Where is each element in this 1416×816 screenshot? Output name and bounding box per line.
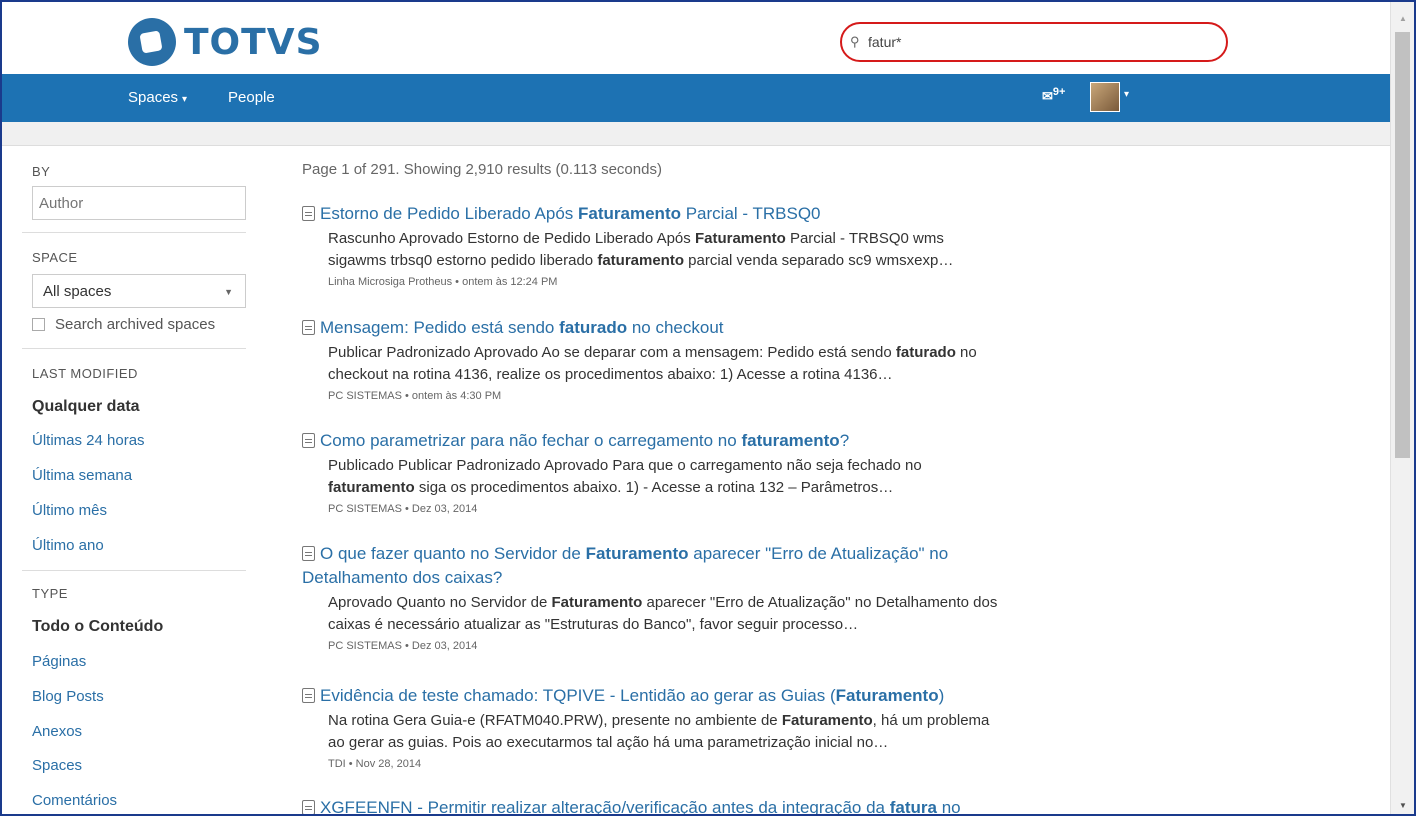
divider [22, 348, 246, 349]
result-excerpt: Publicar Padronizado Aprovado Ao se depa… [328, 344, 977, 383]
avatar[interactable] [1090, 82, 1120, 112]
filter-all-content[interactable]: Todo o Conteúdo [32, 618, 163, 636]
filter-last-month[interactable]: Último mês [32, 502, 107, 519]
result-title[interactable]: Como parametrizar para não fechar o carr… [302, 429, 1062, 453]
results-summary: Page 1 of 291. Showing 2,910 results (0.… [302, 161, 662, 178]
search-highlight: ⚲ [840, 22, 1228, 62]
result-title[interactable]: O que fazer quanto no Servidor de Fatura… [302, 542, 1042, 590]
search-box[interactable]: ⚲ [850, 30, 1150, 54]
browser-frame: TOTVS ⚲ Spaces▾ People ✉9+ ▾ BY SPACE Al… [0, 0, 1416, 816]
result-meta: PC SISTEMAS • ontem às 4:30 PM [328, 390, 502, 402]
scroll-down-arrow-icon[interactable]: ▼ [1399, 801, 1407, 810]
by-heading: BY [32, 164, 51, 179]
search-input[interactable] [868, 34, 1128, 50]
result-item: Estorno de Pedido Liberado Após Faturame… [302, 202, 1062, 288]
result-item: XGFEENFN - Permitir realizar alteração/v… [302, 796, 1062, 814]
nav-people[interactable]: People [228, 89, 275, 106]
notification-badge: 9+ [1052, 86, 1066, 98]
scroll-thumb[interactable] [1395, 32, 1410, 458]
totvs-logo[interactable]: TOTVS [128, 18, 323, 66]
nav-spaces[interactable]: Spaces ▾ [128, 89, 187, 106]
space-select-value: All spaces [43, 283, 112, 300]
logo-text: TOTVS [184, 21, 323, 63]
page-icon [302, 320, 315, 335]
search-icon: ⚲ [850, 34, 860, 49]
filter-spaces[interactable]: Spaces [32, 757, 82, 774]
chevron-down-icon[interactable]: ▾ [1124, 89, 1129, 100]
result-title[interactable]: Mensagem: Pedido está sendo faturado no … [302, 316, 1062, 340]
logo-icon [128, 18, 176, 66]
filter-comments[interactable]: Comentários [32, 792, 117, 809]
divider [22, 232, 246, 233]
result-item: Mensagem: Pedido está sendo faturado no … [302, 316, 1062, 402]
author-input[interactable] [32, 186, 246, 220]
filter-attachments[interactable]: Anexos [32, 723, 82, 740]
result-item: Evidência de teste chamado: TQPIVE - Len… [302, 684, 1062, 770]
result-title[interactable]: Evidência de teste chamado: TQPIVE - Len… [302, 684, 1062, 708]
page-icon [302, 546, 315, 561]
notifications-button[interactable]: ✉9+ [1042, 86, 1065, 104]
filter-last-24h[interactable]: Últimas 24 horas [32, 432, 145, 449]
header: TOTVS ⚲ [2, 2, 1390, 74]
scroll-up-arrow-icon[interactable]: ▲ [1399, 14, 1407, 23]
nav-spaces-label: Spaces [128, 89, 179, 106]
filter-any-date[interactable]: Qualquer data [32, 398, 140, 416]
archived-spaces-option[interactable]: Search archived spaces [32, 316, 215, 333]
archived-label: Search archived spaces [55, 316, 216, 333]
divider [22, 570, 246, 571]
result-meta: TDI • Nov 28, 2014 [328, 758, 422, 770]
page-icon [302, 688, 315, 703]
filter-last-year[interactable]: Último ano [32, 537, 104, 554]
result-meta: PC SISTEMAS • Dez 03, 2014 [328, 640, 478, 652]
result-meta: PC SISTEMAS • Dez 03, 2014 [328, 503, 478, 515]
page-icon [302, 800, 315, 814]
space-select[interactable]: All spaces ▼ [32, 274, 246, 308]
result-excerpt: Aprovado Quanto no Servidor de Faturamen… [328, 594, 998, 633]
chevron-down-icon: ▼ [224, 287, 233, 297]
result-excerpt: Publicado Publicar Padronizado Aprovado … [328, 457, 922, 496]
result-item: Como parametrizar para não fechar o carr… [302, 429, 1062, 515]
result-title[interactable]: Estorno de Pedido Liberado Após Faturame… [302, 202, 1062, 226]
space-heading: SPACE [32, 250, 78, 265]
chevron-down-icon: ▾ [182, 94, 188, 105]
filter-last-week[interactable]: Última semana [32, 467, 132, 484]
result-title[interactable]: XGFEENFN - Permitir realizar alteração/v… [302, 796, 1062, 814]
vertical-scrollbar[interactable]: ▲ ▼ [1390, 2, 1414, 814]
notification-icon: ✉ [1042, 88, 1053, 104]
result-meta: Linha Microsiga Protheus • ontem às 12:2… [328, 276, 558, 288]
archived-checkbox[interactable] [32, 318, 45, 331]
filter-pages[interactable]: Páginas [32, 653, 86, 670]
result-item: O que fazer quanto no Servidor de Fatura… [302, 542, 1062, 652]
page-icon [302, 433, 315, 448]
page-icon [302, 206, 315, 221]
navbar: Spaces ▾ People ✉9+ ▾ [2, 74, 1390, 122]
filter-blog-posts[interactable]: Blog Posts [32, 688, 104, 705]
result-excerpt: Rascunho Aprovado Estorno de Pedido Libe… [328, 230, 954, 269]
sub-toolbar [2, 122, 1390, 146]
result-excerpt: Na rotina Gera Guia-e (RFATM040.PRW), pr… [328, 712, 990, 751]
type-heading: TYPE [32, 586, 68, 601]
last-modified-heading: LAST MODIFIED [32, 366, 138, 381]
